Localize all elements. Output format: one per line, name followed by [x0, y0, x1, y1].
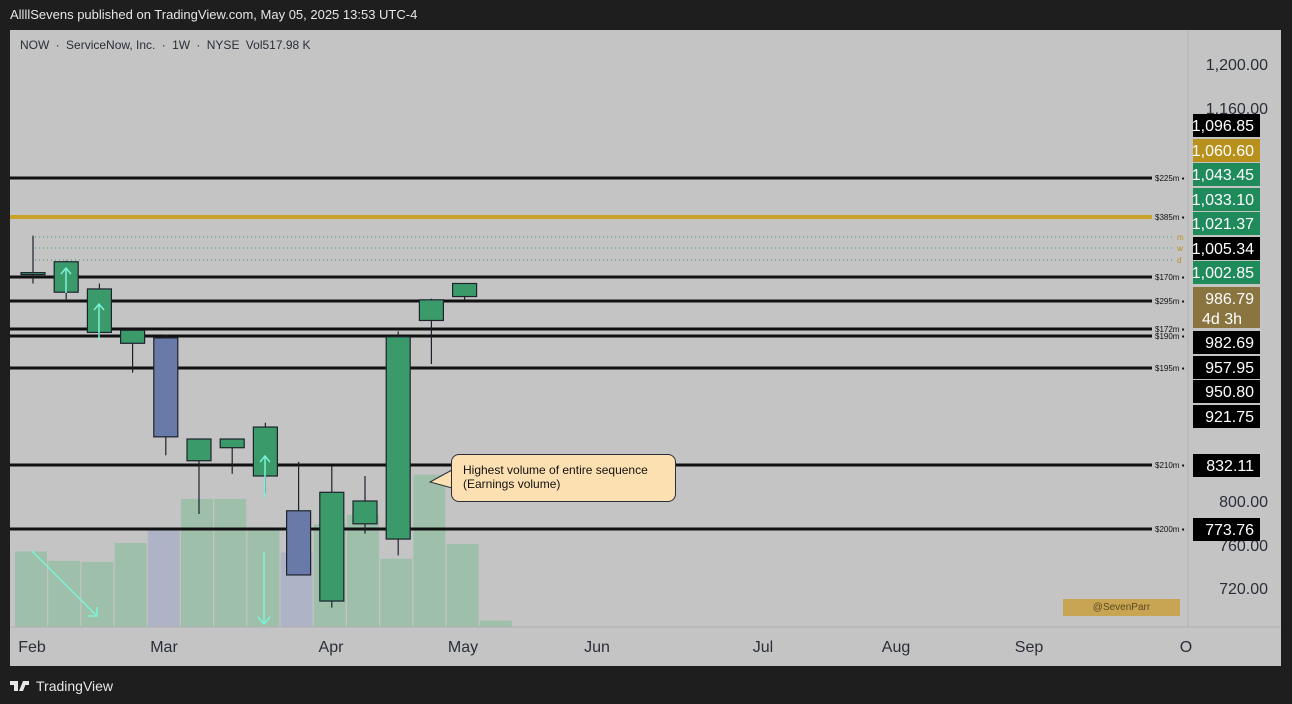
volume-bar [81, 561, 114, 627]
candle-body [20, 272, 46, 276]
volume-readout: Vol517.98 K [245, 38, 311, 52]
separator: · [55, 38, 60, 52]
price-level-label: 1,021.37 [1192, 216, 1254, 233]
price-level-label: 950.80 [1205, 384, 1254, 401]
x-tick-label: Mar [150, 639, 178, 656]
level-volume-label: $200m ▪ [1155, 525, 1185, 534]
volume-annotation-callout[interactable]: Highest volume of entire sequence (Earni… [451, 454, 676, 502]
level-tag-label: w [1176, 244, 1183, 253]
level-volume-label: $170m ▪ [1155, 273, 1185, 282]
author-watermark: @SevenParr [1063, 599, 1180, 616]
price-level-label: 1,043.45 [1192, 167, 1254, 184]
volume-bar [114, 543, 147, 627]
x-tick-label: May [448, 639, 478, 656]
y-tick-label: 1,200.00 [1206, 57, 1268, 74]
callout-line-1: Highest volume of entire sequence [463, 463, 648, 477]
level-tag-label: m [1177, 233, 1184, 242]
callout-line-2: (Earnings volume) [463, 477, 561, 491]
x-tick-label: Feb [18, 639, 46, 656]
level-volume-label: $195m ▪ [1155, 364, 1185, 373]
price-level-label: 1,033.10 [1192, 192, 1254, 209]
candle-body [186, 438, 212, 462]
candle-body [418, 299, 444, 322]
level-volume-label: $190m ▪ [1155, 332, 1185, 341]
volume-bar [147, 528, 180, 627]
volume-bar [214, 498, 247, 627]
level-tag-label: d [1177, 256, 1181, 265]
price-level-label: 773.76 [1205, 522, 1254, 539]
y-tick-label: 720.00 [1219, 581, 1268, 598]
candle-body [219, 438, 245, 449]
countdown-label: 4d 3h [1202, 311, 1242, 328]
level-volume-label: $295m ▪ [1155, 297, 1185, 306]
volume-bar [413, 474, 446, 627]
x-tick-label: Jul [753, 639, 773, 656]
separator: · [161, 38, 166, 52]
exchange: NYSE [206, 38, 240, 52]
volume-bar [479, 620, 512, 627]
price-level-label: 1,060.60 [1192, 143, 1254, 160]
level-volume-label: $225m ▪ [1155, 174, 1185, 183]
price-level-label: 1,096.85 [1192, 118, 1254, 135]
price-level-label: 986.79 [1205, 291, 1254, 308]
x-tick-label: O [1180, 639, 1192, 656]
candle-body [452, 282, 478, 298]
x-tick-label: Apr [319, 639, 345, 656]
candle-body [153, 337, 179, 438]
price-level-label: 832.11 [1206, 458, 1254, 475]
price-level-label: 1,005.34 [1192, 241, 1254, 258]
company-name: ServiceNow, Inc. [66, 38, 156, 52]
y-tick-label: 800.00 [1219, 494, 1268, 511]
x-tick-label: Jun [584, 639, 610, 656]
candle-body [352, 500, 378, 525]
separator: · [196, 38, 201, 52]
interval: 1W [172, 38, 191, 52]
candle-body [385, 336, 411, 540]
footer: TradingView [10, 672, 113, 700]
x-tick-label: Sep [1015, 639, 1044, 656]
price-level-label: 957.95 [1205, 360, 1254, 377]
candle-body [119, 329, 146, 344]
tradingview-logo-icon [10, 681, 29, 691]
volume-bar [181, 498, 213, 627]
volume-bar [446, 544, 479, 627]
ticker: NOW [20, 38, 50, 52]
level-volume-label: $210m ▪ [1155, 461, 1185, 470]
price-level-label: 982.69 [1205, 335, 1254, 352]
level-volume-label: $385m ▪ [1155, 213, 1185, 222]
volume-bar [15, 551, 47, 627]
x-tick-label: Aug [882, 639, 910, 656]
volume-bar [347, 514, 379, 627]
footer-brand: TradingView [36, 678, 114, 694]
price-level-label: 921.75 [1205, 409, 1254, 426]
price-level-label: 1,002.85 [1192, 265, 1254, 282]
volume-bar [380, 558, 413, 627]
candle-body [286, 510, 312, 576]
symbol-legend: NOW · ServiceNow, Inc. · 1W · NYSE Vol51… [20, 38, 314, 52]
candle-body [319, 491, 345, 602]
